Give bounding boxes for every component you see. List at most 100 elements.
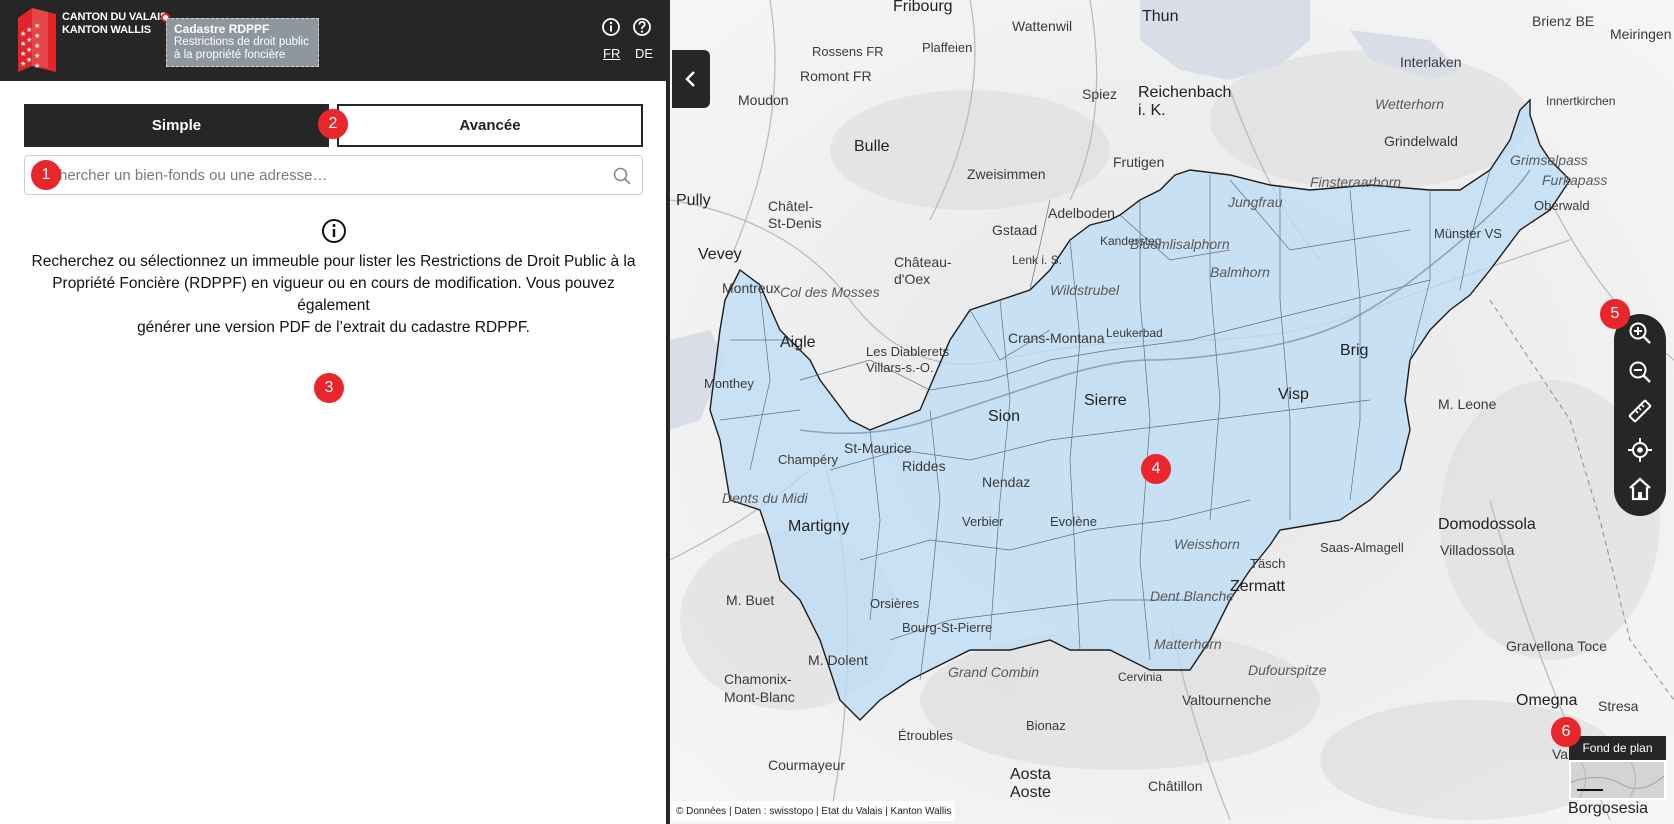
place-label: Interlaken — [1400, 54, 1462, 70]
place-label: Gstaad — [992, 222, 1038, 238]
help-icon[interactable] — [632, 17, 652, 37]
place-label: Villadossola — [1440, 542, 1515, 558]
place-label: Bulle — [854, 138, 890, 155]
zoom-in-icon[interactable] — [1627, 320, 1653, 346]
map-view[interactable]: Fribourg Thun Brienz BE Meiringen Innert… — [670, 0, 1674, 824]
place-label: Châtillon — [1148, 778, 1203, 794]
place-label: Aigle — [780, 334, 816, 351]
place-label: Villars-s.-O. — [866, 360, 934, 375]
canton-name-fr: CANTON DU VALAIS — [62, 11, 168, 23]
basemap-switcher-thumbnail[interactable] — [1569, 760, 1666, 800]
place-label: Chamonix-Mont-Blanc — [724, 671, 795, 705]
place-label: Plaffeien — [922, 40, 973, 55]
place-label: Leukerbad — [1106, 326, 1163, 340]
place-label: Verbier — [962, 514, 1004, 529]
place-label: M. Leone — [1438, 396, 1497, 412]
place-label: Riddes — [902, 458, 946, 474]
place-label: Zermatt — [1230, 578, 1286, 595]
place-label: Sion — [988, 408, 1021, 425]
svg-text:★: ★ — [34, 32, 40, 40]
place-label: Jungfrau — [1228, 194, 1283, 210]
svg-text:★: ★ — [34, 62, 40, 70]
place-label: Borgosesia — [1568, 800, 1649, 817]
place-label: Moudon — [738, 92, 789, 108]
place-label: Gravellona Toce — [1506, 638, 1607, 654]
step-marker-6: 6 — [1551, 717, 1581, 747]
svg-text:★: ★ — [34, 52, 40, 60]
place-label: Cervinia — [1118, 670, 1163, 684]
place-label: Weisshorn — [1174, 536, 1240, 552]
collapse-panel-button[interactable] — [672, 50, 710, 108]
place-label: Monthey — [704, 376, 754, 391]
lang-de-link[interactable]: DE — [635, 46, 653, 61]
place-label: Lenk i. S. — [1012, 253, 1063, 267]
info-icon[interactable] — [601, 17, 621, 37]
place-label: Sierre — [1084, 392, 1127, 409]
info-icon — [322, 219, 346, 243]
place-label: Courmayeur — [768, 757, 846, 773]
search-input[interactable]: hercher un bien-fonds ou une adresse… — [24, 155, 643, 195]
app-subtitle-1: Restrictions de droit public — [174, 36, 309, 48]
place-label: Innertkirchen — [1546, 94, 1616, 108]
place-label: Visp — [1278, 386, 1309, 403]
home-extent-icon[interactable] — [1627, 476, 1653, 502]
place-label: Evolène — [1050, 514, 1097, 529]
place-label: Brienz BE — [1532, 13, 1595, 29]
place-label: Domodossola — [1438, 516, 1536, 533]
place-label: Oberwald — [1534, 198, 1590, 213]
zoom-out-icon[interactable] — [1627, 359, 1653, 385]
place-label: Châtel-St-Denis — [768, 198, 822, 231]
svg-text:★: ★ — [26, 56, 32, 64]
lang-fr-link[interactable]: FR — [603, 46, 620, 61]
place-label: M. Dolent — [808, 652, 868, 668]
place-label: Romont FR — [800, 68, 872, 84]
place-label: Matterhorn — [1154, 636, 1222, 652]
canton-name-de: KANTON WALLIS — [62, 24, 151, 36]
tab-simple[interactable]: Simple — [24, 104, 329, 147]
place-label: M. Buet — [726, 592, 775, 608]
place-label: Finsteraarhorn — [1310, 174, 1402, 190]
place-label: Pully — [676, 192, 711, 209]
app-title-badge: Cadastre RDPPF Restrictions de droit pub… — [166, 18, 319, 67]
place-label: Adelboden — [1048, 205, 1115, 221]
place-label: Les Diablerets — [866, 344, 950, 359]
tab-advanced[interactable]: Avancée — [337, 104, 643, 147]
place-label: Vevey — [698, 246, 742, 263]
place-label: Bionaz — [1026, 718, 1066, 733]
map-attribution: © Données | Daten : swisstopo | Etat du … — [672, 801, 956, 821]
canton-name: CANTON DU VALAIS KANTON WALLIS — [62, 11, 167, 37]
step-marker-3: 3 — [314, 373, 344, 403]
place-label: Saas-Almagell — [1320, 540, 1404, 555]
map-toolbar — [1614, 314, 1666, 516]
place-label: Dent Blanche — [1150, 588, 1235, 604]
side-panel: ★ ★ ★ ★ ★ ★ ★ ★ ★ ★ ★ ★ ★ CANTON DU VALAIS KANTON … — [0, 0, 668, 824]
place-label: Meiringen — [1610, 26, 1672, 42]
place-label: Montreux — [722, 280, 781, 296]
place-label: Furkapass — [1542, 172, 1608, 188]
place-label: Reichenbach i. K. — [1138, 84, 1232, 119]
locate-me-icon[interactable] — [1627, 437, 1653, 463]
place-label: Grimselpass — [1510, 152, 1588, 168]
place-label: Nendaz — [982, 474, 1031, 490]
place-label: Aosta Aoste — [1010, 766, 1051, 801]
place-label: Omegna — [1516, 692, 1578, 709]
place-label: Dents du Midi — [722, 490, 808, 506]
info-line-2: Propriété Foncière (RDPPF) en vigueur ou… — [52, 275, 615, 314]
valais-flag-logo[interactable]: ★ ★★ ★ ★ ★★ ★ ★★★★★ — [18, 8, 56, 72]
place-label: Fribourg — [893, 0, 953, 15]
place-label: Château-d'Oex — [894, 254, 952, 287]
app-header: ★ ★ ★ ★ ★ ★ ★ ★ ★ ★ ★ ★ ★ CANTON DU VALAIS KANTON … — [0, 0, 668, 81]
app-subtitle-2: à la propriété foncière — [174, 49, 286, 61]
place-label: Täsch — [1250, 556, 1286, 571]
place-label: Münster VS — [1434, 226, 1502, 241]
place-label: Zweisimmen — [967, 166, 1046, 182]
measure-ruler-icon[interactable] — [1627, 398, 1653, 424]
app-title: Cadastre RDPPF — [174, 22, 270, 36]
step-marker-1: 1 — [31, 160, 61, 190]
place-label: Étroubles — [898, 728, 953, 743]
svg-text:★: ★ — [26, 26, 32, 34]
place-label: Wetterhorn — [1375, 96, 1444, 112]
search-icon[interactable] — [612, 166, 632, 186]
basemap-switcher-label[interactable]: Fond de plan — [1569, 736, 1666, 760]
place-label: Thun — [1142, 8, 1179, 25]
